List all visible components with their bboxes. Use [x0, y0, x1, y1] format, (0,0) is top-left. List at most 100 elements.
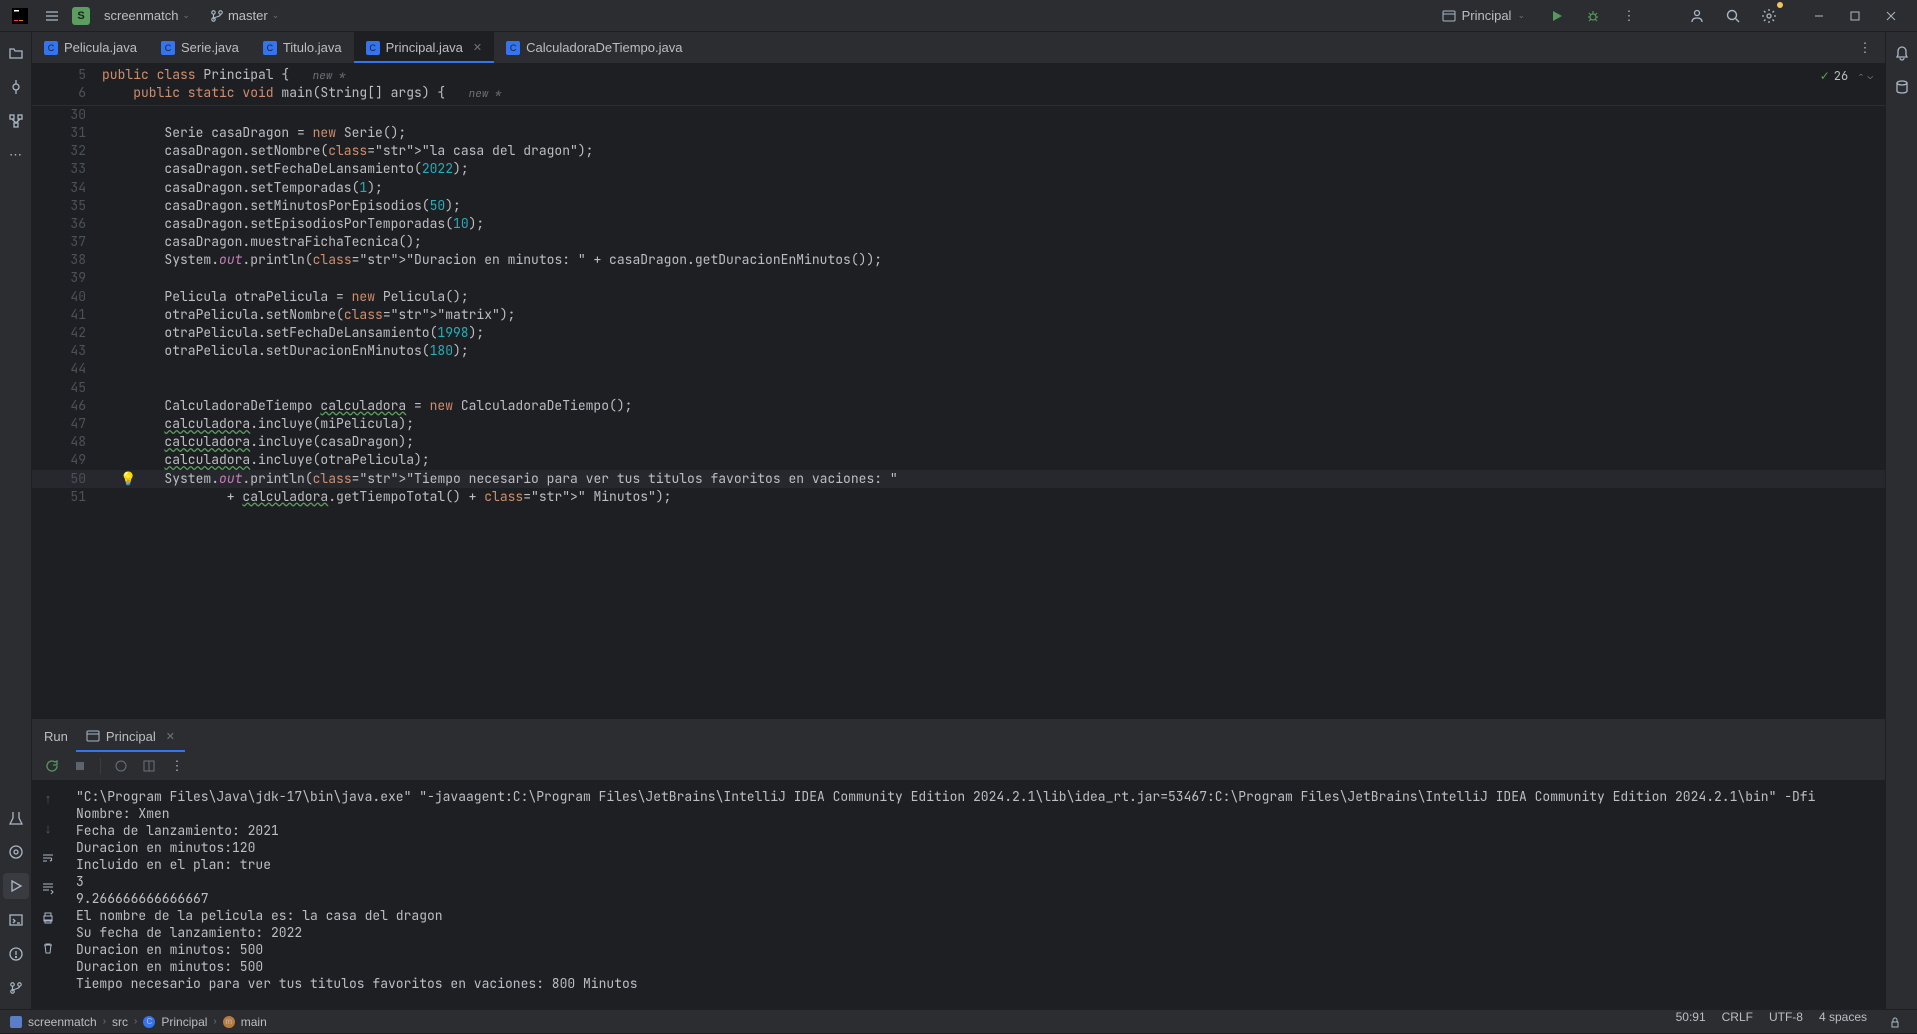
more-icon[interactable]: ⋮ — [165, 754, 189, 778]
line-number: 48 — [32, 433, 102, 451]
editor-area[interactable]: 5 public class Principal { new * 6 publi… — [32, 64, 1885, 719]
run-config-label: Principal — [1462, 8, 1512, 23]
code-line[interactable]: 36 casaDragon.setEpisodiosPorTemporadas(… — [32, 215, 1885, 233]
layout-icon[interactable] — [137, 754, 161, 778]
code-line[interactable]: 47 calculadora.incluye(miPelicula); — [32, 415, 1885, 433]
more-actions-icon[interactable]: ⋮ — [1617, 4, 1641, 28]
code-line[interactable]: 44 — [32, 360, 1885, 378]
down-icon[interactable]: ↓ — [36, 816, 60, 840]
code-text: calculadora.incluye(otraPelicula); — [102, 451, 430, 469]
database-icon[interactable] — [1889, 74, 1915, 100]
code-line[interactable]: 40 Pelicula otraPelicula = new Pelicula(… — [32, 288, 1885, 306]
file-tab[interactable]: CCalculadoraDeTiempo.java — [494, 32, 694, 63]
file-encoding[interactable]: UTF-8 — [1769, 1010, 1803, 1034]
console-output[interactable]: "C:\Program Files\Java\jdk-17\bin\java.e… — [64, 780, 1885, 1009]
code-line[interactable]: 💡50 System.out.println(class="str">"Tiem… — [32, 470, 1885, 488]
line-number: 35 — [32, 197, 102, 215]
breadcrumb-class: Principal — [161, 1015, 207, 1029]
run-button[interactable] — [1545, 4, 1569, 28]
code-line[interactable]: 39 — [32, 269, 1885, 287]
code-line[interactable]: 37 casaDragon.muestraFichaTecnica(); — [32, 233, 1885, 251]
close-window-button[interactable] — [1873, 2, 1909, 30]
code-line[interactable]: 31 Serie casaDragon = new Serie(); — [32, 124, 1885, 142]
more-tools-icon[interactable]: ⋯ — [3, 142, 29, 168]
code-line[interactable]: 41 otraPelicula.setNombre(class="str">"m… — [32, 306, 1885, 324]
code-line[interactable]: 32 casaDragon.setNombre(class="str">"la … — [32, 142, 1885, 160]
up-icon[interactable]: ↑ — [36, 786, 60, 810]
center-area: CPelicula.javaCSerie.javaCTitulo.javaCPr… — [32, 32, 1885, 1009]
file-tab[interactable]: CPrincipal.java✕ — [354, 32, 495, 63]
scroll-to-end-icon[interactable] — [36, 876, 60, 900]
line-number: 33 — [32, 160, 102, 178]
filter-icon[interactable] — [109, 754, 133, 778]
code-with-me-icon[interactable] — [1685, 4, 1709, 28]
code-line[interactable]: 51 + calculadora.getTiempoTotal() + clas… — [32, 488, 1885, 506]
notifications-icon[interactable] — [1889, 40, 1915, 66]
tab-label: CalculadoraDeTiempo.java — [526, 40, 682, 55]
close-icon[interactable]: ✕ — [166, 730, 175, 743]
intention-bulb-icon[interactable]: 💡 — [120, 470, 136, 488]
terminal-tool-icon[interactable] — [3, 907, 29, 933]
debug-button[interactable] — [1581, 4, 1605, 28]
print-icon[interactable] — [36, 906, 60, 930]
code-line[interactable]: 38 System.out.println(class="str">"Durac… — [32, 251, 1885, 269]
run-panel-label: Run — [44, 729, 76, 744]
line-separator[interactable]: CRLF — [1722, 1010, 1753, 1034]
commit-tool-icon[interactable] — [3, 74, 29, 100]
clear-icon[interactable] — [36, 936, 60, 960]
maximize-window-button[interactable] — [1837, 2, 1873, 30]
code-line[interactable]: 35 casaDragon.setMinutosPorEpisodios(50)… — [32, 197, 1885, 215]
readonly-icon[interactable] — [1883, 1010, 1907, 1034]
chevron-down-icon[interactable]: ⌄ — [1868, 70, 1873, 83]
code-line[interactable]: 33 casaDragon.setFechaDeLansamiento(2022… — [32, 160, 1885, 178]
editor-tabs-bar: CPelicula.javaCSerie.javaCTitulo.javaCPr… — [32, 32, 1885, 64]
code-line[interactable]: 49 calculadora.incluye(otraPelicula); — [32, 451, 1885, 469]
problems-indicator[interactable]: ✓ 26 ⌃ ⌄ — [1820, 68, 1873, 85]
line-number: 46 — [32, 397, 102, 415]
structure-tool-icon[interactable] — [3, 108, 29, 134]
rerun-button[interactable] — [40, 754, 64, 778]
breadcrumb[interactable]: screenmatch › src › C Principal › m main — [10, 1015, 267, 1029]
services-tool-icon[interactable] — [3, 839, 29, 865]
run-tool-icon[interactable] — [3, 873, 29, 899]
vcs-branch-dropdown[interactable]: master ⌄ — [204, 6, 285, 25]
tabs-more-icon[interactable]: ⋮ — [1853, 36, 1877, 60]
indent-settings[interactable]: 4 spaces — [1819, 1010, 1867, 1034]
code-scroll-area[interactable]: 3031 Serie casaDragon = new Serie();32 c… — [32, 106, 1885, 719]
problems-tool-icon[interactable] — [3, 941, 29, 967]
settings-icon[interactable] — [1757, 4, 1781, 28]
project-dropdown[interactable]: screenmatch ⌄ — [98, 6, 196, 25]
code-line[interactable]: 30 — [32, 106, 1885, 124]
breadcrumb-folder: src — [112, 1015, 128, 1029]
tab-label: Principal.java — [386, 40, 463, 55]
code-line[interactable]: 45 — [32, 379, 1885, 397]
code-line[interactable]: 46 CalculadoraDeTiempo calculadora = new… — [32, 397, 1885, 415]
gutter-line-6: 6 — [32, 84, 102, 102]
problems-count: 26 — [1834, 68, 1848, 85]
close-icon[interactable]: ✕ — [473, 41, 482, 54]
code-line[interactable]: 43 otraPelicula.setDuracionEnMinutos(180… — [32, 342, 1885, 360]
chevron-up-icon[interactable]: ⌃ — [1858, 70, 1863, 83]
soft-wrap-icon[interactable] — [36, 846, 60, 870]
code-text: + calculadora.getTiempoTotal() + class="… — [102, 488, 671, 506]
cursor-position[interactable]: 50:91 — [1676, 1010, 1706, 1034]
build-tool-icon[interactable] — [3, 805, 29, 831]
project-tool-icon[interactable] — [3, 40, 29, 66]
code-line[interactable]: 34 casaDragon.setTemporadas(1); — [32, 179, 1885, 197]
file-tab[interactable]: CTitulo.java — [251, 32, 354, 63]
vcs-tool-icon[interactable] — [3, 975, 29, 1001]
code-line[interactable]: 42 otraPelicula.setFechaDeLansamiento(19… — [32, 324, 1885, 342]
tab-label: Titulo.java — [283, 40, 342, 55]
app-logo-icon[interactable] — [8, 4, 32, 28]
code-line[interactable]: 48 calculadora.incluye(casaDragon); — [32, 433, 1885, 451]
minimize-window-button[interactable] — [1801, 2, 1837, 30]
stop-button[interactable] — [68, 754, 92, 778]
run-tab-principal[interactable]: Principal ✕ — [76, 720, 185, 752]
file-tab[interactable]: CPelicula.java — [32, 32, 149, 63]
line-number: 43 — [32, 342, 102, 360]
run-config-dropdown[interactable]: Principal ⌄ — [1434, 6, 1533, 25]
search-icon[interactable] — [1721, 4, 1745, 28]
code-text: casaDragon.setMinutosPorEpisodios(50); — [102, 197, 461, 215]
hamburger-menu-icon[interactable] — [40, 4, 64, 28]
file-tab[interactable]: CSerie.java — [149, 32, 251, 63]
